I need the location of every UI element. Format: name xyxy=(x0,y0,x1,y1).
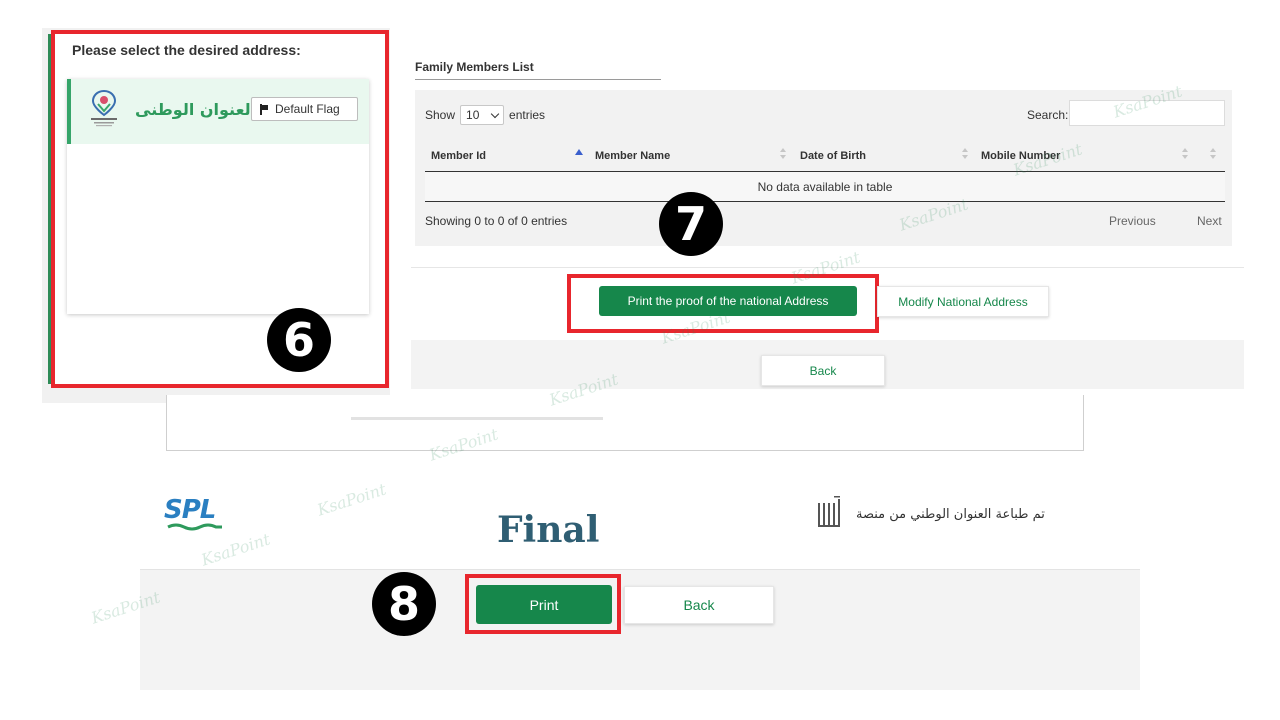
final-panel-top-box xyxy=(166,395,1084,451)
chevron-down-icon xyxy=(490,109,500,118)
column-header-member-name[interactable]: Member Name xyxy=(595,150,670,162)
sort-icon xyxy=(1181,148,1189,162)
table-header: Member Id Member Name Date of Birth Mobi… xyxy=(425,139,1225,172)
back-button[interactable]: Back xyxy=(761,355,885,386)
national-address-logo-icon xyxy=(91,89,117,127)
divider xyxy=(411,267,1244,268)
step-badge-8: 8 xyxy=(372,572,436,636)
sort-icon xyxy=(1209,148,1217,162)
default-flag-button[interactable]: Default Flag xyxy=(251,97,358,121)
title-underline xyxy=(415,79,661,80)
default-flag-label: Default Flag xyxy=(275,102,340,116)
table-info: Showing 0 to 0 of 0 entries xyxy=(425,214,568,228)
page-size-value: 10 xyxy=(466,108,480,122)
final-panel-top-bar xyxy=(351,417,603,420)
final-panel-body: SPL Final تم طباعة العنوان الوطني من منص… xyxy=(140,451,1140,569)
previous-page-link[interactable]: Previous xyxy=(1109,214,1156,228)
flag-icon xyxy=(260,103,268,115)
print-highlight-frame xyxy=(465,574,621,634)
modify-address-button[interactable]: Modify National Address xyxy=(877,286,1049,317)
page-size-control: Show 10 entries xyxy=(425,105,545,125)
sort-icon xyxy=(779,148,787,162)
family-members-panel: Family Members List Show 10 entries Sear… xyxy=(411,52,1244,389)
family-members-title: Family Members List xyxy=(415,60,534,74)
spl-wave-icon xyxy=(167,523,222,531)
step-badge-6: 6 xyxy=(267,308,331,372)
page-size-select[interactable]: 10 xyxy=(460,105,505,125)
address-list-card: العنوان الوطنى Default Flag xyxy=(67,79,369,314)
search-input[interactable] xyxy=(1069,100,1225,126)
family-panel-footer: Back xyxy=(411,340,1244,389)
spl-logo-text: SPL xyxy=(164,495,216,525)
print-proof-highlight-frame xyxy=(567,274,879,333)
column-header-member-id[interactable]: Member Id xyxy=(431,150,486,162)
entries-label: entries xyxy=(509,108,546,122)
empty-table-row: No data available in table xyxy=(425,172,1225,202)
address-name: العنوان الوطنى xyxy=(135,100,257,119)
next-page-link[interactable]: Next xyxy=(1197,214,1222,228)
sort-icon xyxy=(961,148,969,162)
step-badge-7: 7 xyxy=(659,192,723,256)
spl-logo-icon: SPL xyxy=(164,495,222,531)
address-option-row[interactable]: العنوان الوطنى Default Flag xyxy=(67,79,369,144)
sort-asc-icon xyxy=(575,149,583,155)
show-label: Show xyxy=(425,108,456,122)
absher-logo-icon xyxy=(818,496,840,527)
search-label: Search: xyxy=(1027,108,1069,122)
address-panel-title: Please select the desired address: xyxy=(72,42,301,58)
final-title: Final xyxy=(497,509,600,551)
column-header-date-of-birth[interactable]: Date of Birth xyxy=(800,150,866,162)
print-confirmation-message: تم طباعة العنوان الوطني من منصة xyxy=(856,507,1045,522)
column-header-mobile-number[interactable]: Mobile Number xyxy=(981,150,1060,162)
back-button[interactable]: Back xyxy=(624,586,774,624)
family-members-table-wrapper: Show 10 entries Search: Member Id Member… xyxy=(415,90,1232,246)
